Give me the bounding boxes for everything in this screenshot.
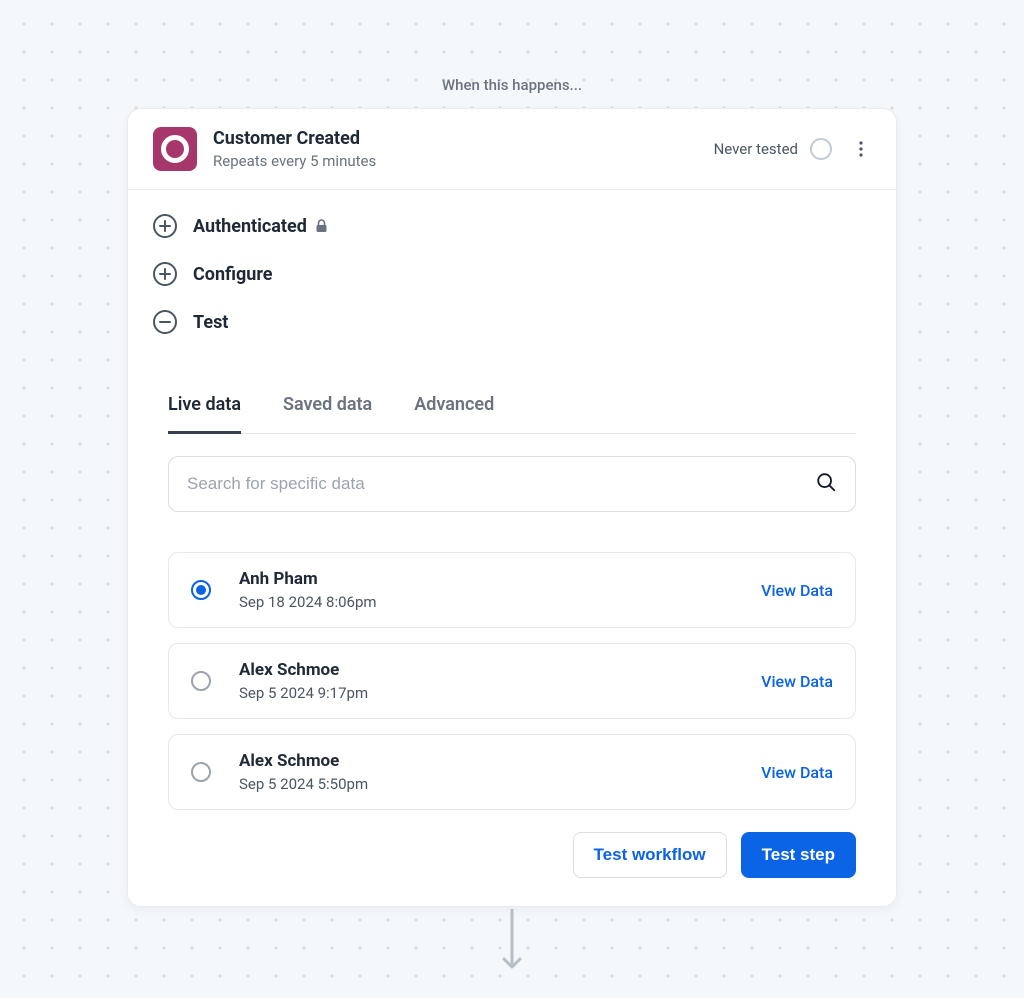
search-input[interactable]: [187, 474, 815, 494]
section-configure[interactable]: Configure: [128, 250, 896, 298]
view-data-link[interactable]: View Data: [761, 672, 833, 691]
record-item[interactable]: Anh Pham Sep 18 2024 8:06pm View Data: [168, 552, 856, 628]
record-name: Alex Schmoe: [239, 660, 761, 680]
plus-circle-icon: [153, 262, 177, 286]
section-label: Test: [193, 312, 228, 333]
section-label: Configure: [193, 264, 273, 285]
connector-arrow: [0, 909, 1024, 973]
lock-icon: [315, 219, 328, 233]
record-list: Anh Pham Sep 18 2024 8:06pm View Data Al…: [168, 552, 856, 810]
view-data-link[interactable]: View Data: [761, 763, 833, 782]
test-status-icon: [810, 138, 832, 160]
trigger-card: Customer Created Repeats every 5 minutes…: [127, 108, 897, 907]
canvas-label: When this happens...: [0, 0, 1024, 108]
tab-live-data[interactable]: Live data: [168, 386, 241, 434]
tabs: Live data Saved data Advanced: [168, 386, 856, 434]
header-texts: Customer Created Repeats every 5 minutes: [213, 128, 714, 170]
search-icon: [815, 471, 837, 497]
record-item[interactable]: Alex Schmoe Sep 5 2024 5:50pm View Data: [168, 734, 856, 810]
view-data-link[interactable]: View Data: [761, 581, 833, 600]
more-menu-button[interactable]: [848, 136, 874, 162]
record-time: Sep 5 2024 5:50pm: [239, 775, 761, 793]
action-bar: Test workflow Test step: [128, 810, 896, 906]
record-time: Sep 5 2024 9:17pm: [239, 684, 761, 702]
section-label: Authenticated: [193, 216, 307, 237]
record-texts: Alex Schmoe Sep 5 2024 5:50pm: [239, 751, 761, 793]
search-wrap: [168, 456, 856, 512]
test-status-text: Never tested: [714, 140, 798, 158]
test-step-button[interactable]: Test step: [741, 832, 856, 878]
section-authenticated[interactable]: Authenticated: [128, 202, 896, 250]
record-name: Alex Schmoe: [239, 751, 761, 771]
app-logo-icon: [153, 127, 197, 171]
card-header: Customer Created Repeats every 5 minutes…: [128, 109, 896, 190]
test-panel: Live data Saved data Advanced Anh Pham S…: [128, 386, 896, 810]
record-name: Anh Pham: [239, 569, 761, 589]
record-radio[interactable]: [191, 762, 211, 782]
record-texts: Anh Pham Sep 18 2024 8:06pm: [239, 569, 761, 611]
record-radio[interactable]: [191, 580, 211, 600]
record-texts: Alex Schmoe Sep 5 2024 9:17pm: [239, 660, 761, 702]
record-item[interactable]: Alex Schmoe Sep 5 2024 9:17pm View Data: [168, 643, 856, 719]
tab-saved-data[interactable]: Saved data: [283, 386, 372, 434]
arrow-down-icon: [500, 909, 524, 973]
kebab-icon: [859, 141, 863, 157]
trigger-title: Customer Created: [213, 128, 714, 149]
record-time: Sep 18 2024 8:06pm: [239, 593, 761, 611]
section-test[interactable]: Test: [128, 298, 896, 346]
tab-advanced[interactable]: Advanced: [414, 386, 494, 434]
test-workflow-button[interactable]: Test workflow: [573, 832, 727, 878]
minus-circle-icon: [153, 310, 177, 334]
section-list: Authenticated Configure Test: [128, 190, 896, 354]
trigger-subtitle: Repeats every 5 minutes: [213, 152, 714, 170]
record-radio[interactable]: [191, 671, 211, 691]
plus-circle-icon: [153, 214, 177, 238]
